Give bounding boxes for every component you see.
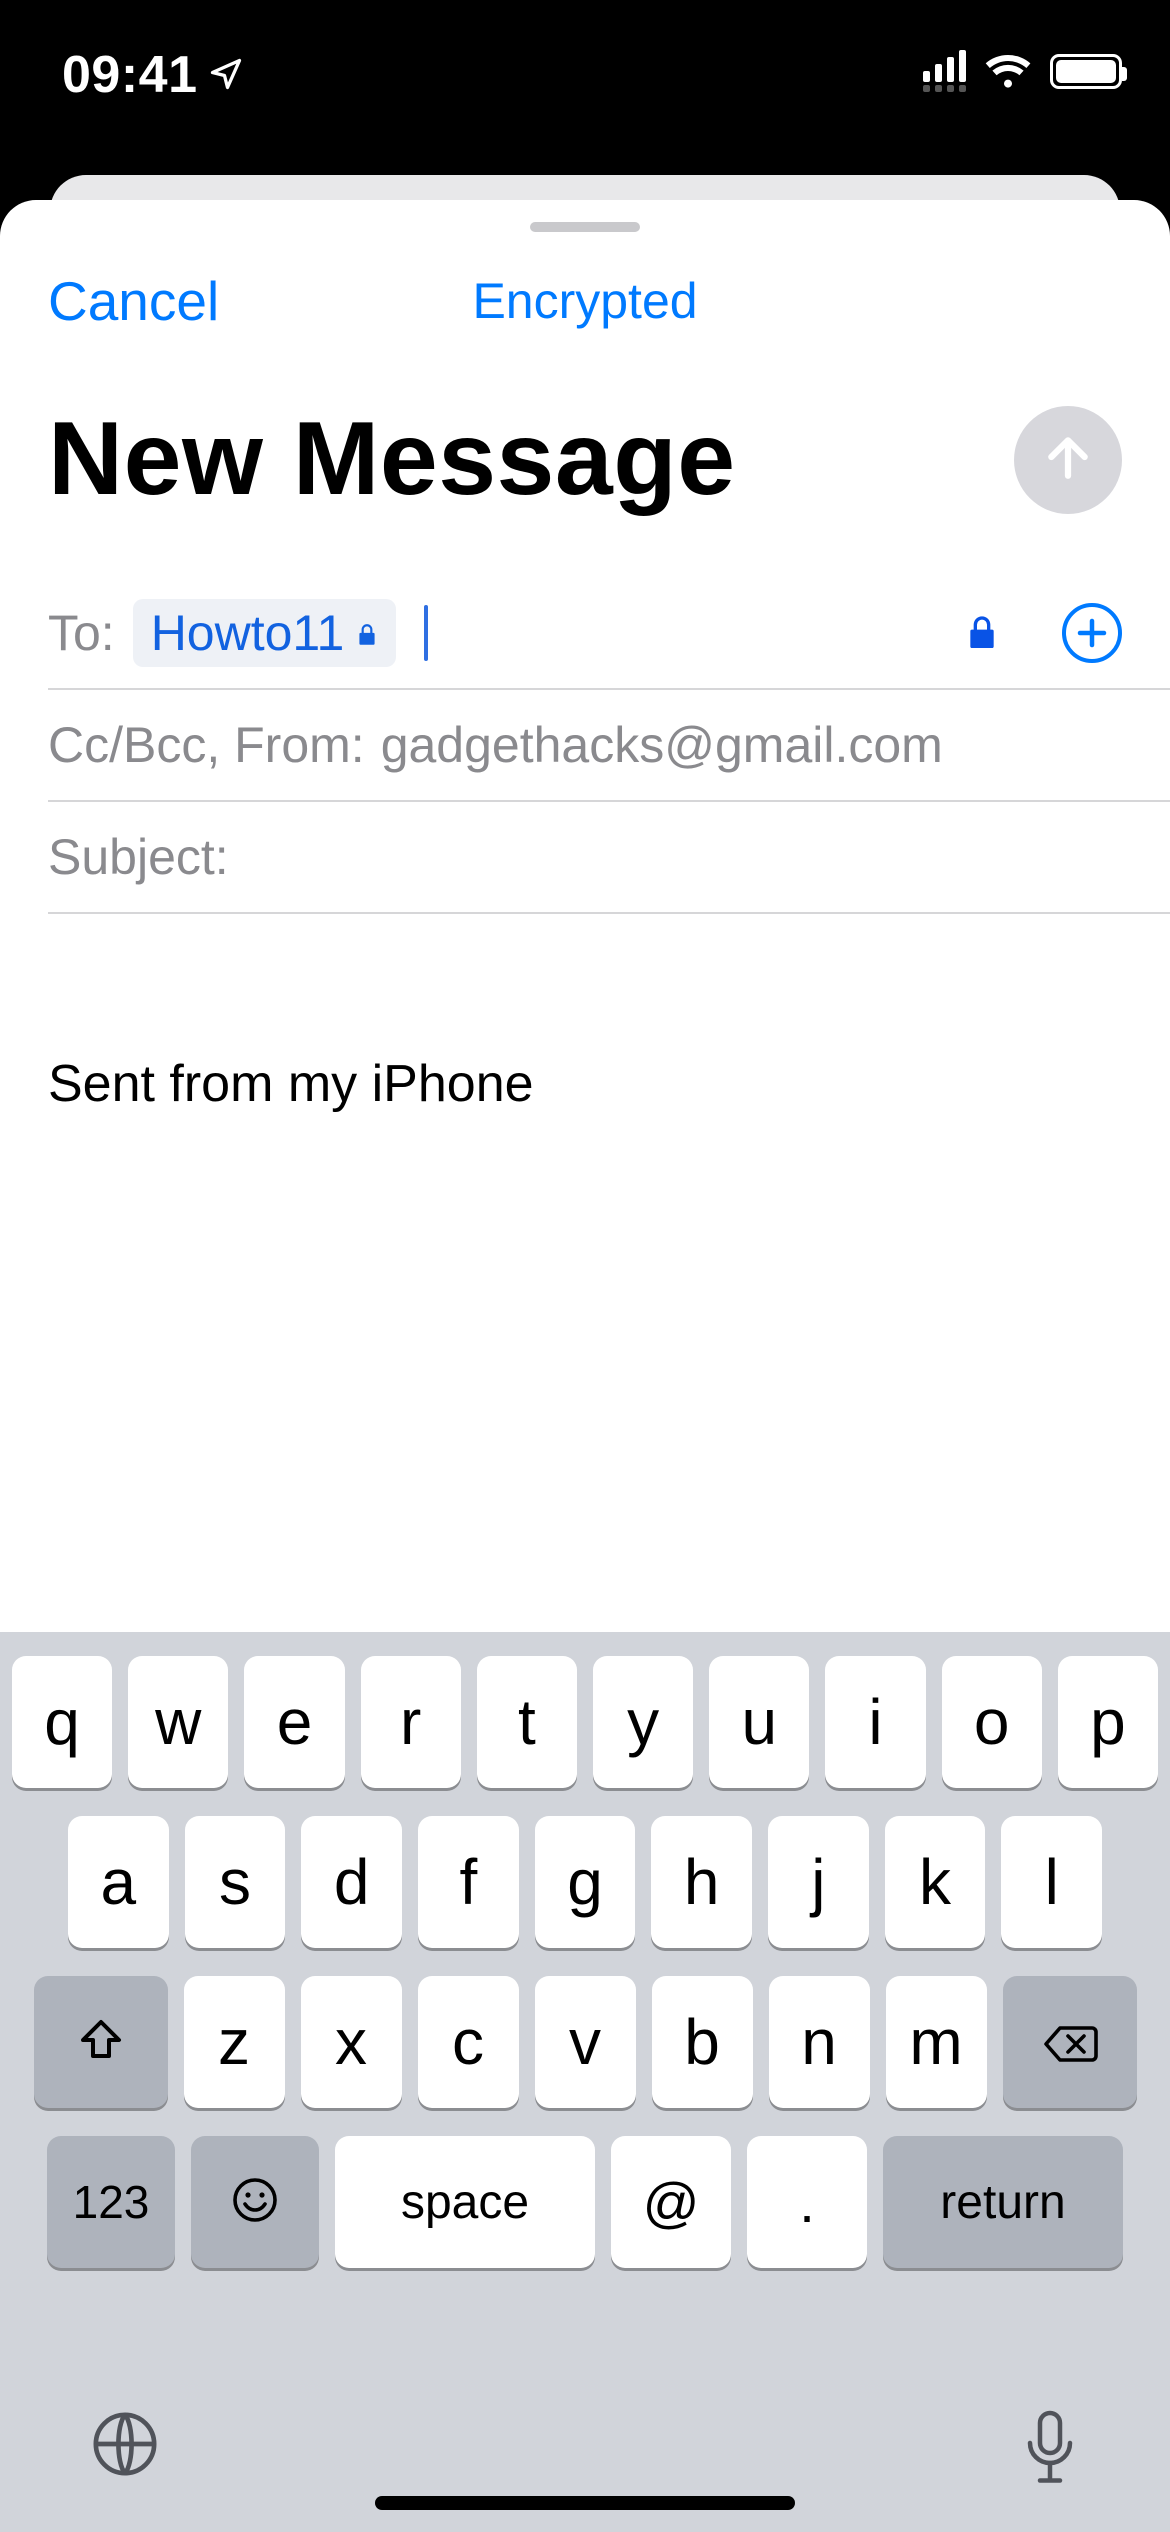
subject-label: Subject: bbox=[48, 828, 229, 886]
key-p[interactable]: p bbox=[1058, 1656, 1158, 1788]
nav-bar: Cancel Encrypted bbox=[0, 256, 1170, 346]
key-n[interactable]: n bbox=[769, 1976, 870, 2108]
from-address: gadgethacks@gmail.com bbox=[381, 716, 943, 774]
key-b[interactable]: b bbox=[652, 1976, 753, 2108]
key-y[interactable]: y bbox=[593, 1656, 693, 1788]
add-contact-button[interactable] bbox=[1062, 603, 1122, 663]
key-at[interactable]: @ bbox=[611, 2136, 731, 2268]
key-q[interactable]: q bbox=[12, 1656, 112, 1788]
key-123[interactable]: 123 bbox=[47, 2136, 175, 2268]
key-emoji[interactable] bbox=[191, 2136, 319, 2268]
clock: 09:41 bbox=[62, 45, 198, 105]
cancel-button[interactable]: Cancel bbox=[48, 269, 219, 333]
cc-bcc-from-label: Cc/Bcc, From: bbox=[48, 716, 365, 774]
key-space[interactable]: space bbox=[335, 2136, 595, 2268]
subject-field[interactable]: Subject: bbox=[48, 802, 1170, 914]
key-u[interactable]: u bbox=[709, 1656, 809, 1788]
cc-bcc-from-field[interactable]: Cc/Bcc, From: gadgethacks@gmail.com bbox=[48, 690, 1170, 802]
home-indicator[interactable] bbox=[375, 2496, 795, 2510]
key-f[interactable]: f bbox=[418, 1816, 519, 1948]
key-z[interactable]: z bbox=[184, 1976, 285, 2108]
recipient-pill[interactable]: Howto11 bbox=[133, 599, 397, 667]
keyboard-row-1: q w e r t y u i o p bbox=[0, 1632, 1170, 1788]
keyboard: q w e r t y u i o p a s d f g h j k l bbox=[0, 1632, 1170, 2532]
encryption-lock-icon[interactable] bbox=[962, 610, 1002, 656]
text-cursor bbox=[424, 605, 428, 661]
dictation-icon[interactable] bbox=[1020, 2409, 1080, 2492]
keyboard-row-4: 123 space @ . return bbox=[0, 2108, 1170, 2268]
to-label: To: bbox=[48, 604, 115, 662]
status-right bbox=[923, 50, 1122, 92]
header-fields: To: Howto11 Cc/Bc bbox=[48, 578, 1170, 914]
key-return[interactable]: return bbox=[883, 2136, 1123, 2268]
backspace-icon bbox=[1042, 2005, 1098, 2079]
key-shift[interactable] bbox=[34, 1976, 168, 2108]
key-l[interactable]: l bbox=[1001, 1816, 1102, 1948]
key-e[interactable]: e bbox=[244, 1656, 344, 1788]
keyboard-bottom-bar bbox=[0, 2409, 1170, 2492]
key-g[interactable]: g bbox=[535, 1816, 636, 1948]
key-dot[interactable]: . bbox=[747, 2136, 867, 2268]
key-h[interactable]: h bbox=[651, 1816, 752, 1948]
title-row: New Message bbox=[48, 400, 1122, 519]
to-field[interactable]: To: Howto11 bbox=[48, 578, 1170, 690]
key-r[interactable]: r bbox=[361, 1656, 461, 1788]
key-i[interactable]: i bbox=[825, 1656, 925, 1788]
lock-icon bbox=[354, 604, 380, 662]
key-x[interactable]: x bbox=[301, 1976, 402, 2108]
status-time: 09:41 bbox=[62, 45, 244, 105]
key-m[interactable]: m bbox=[886, 1976, 987, 2108]
page-title: New Message bbox=[48, 400, 736, 519]
key-c[interactable]: c bbox=[418, 1976, 519, 2108]
cellular-icon bbox=[923, 50, 966, 92]
globe-icon[interactable] bbox=[90, 2409, 160, 2492]
wifi-icon bbox=[984, 53, 1032, 89]
key-d[interactable]: d bbox=[301, 1816, 402, 1948]
keyboard-row-2: a s d f g h j k l bbox=[0, 1788, 1170, 1948]
battery-icon bbox=[1050, 54, 1122, 89]
send-button[interactable] bbox=[1014, 406, 1122, 514]
shift-icon bbox=[77, 2005, 125, 2079]
device-screen: 09:41 Cancel Encrypted New Message bbox=[0, 0, 1170, 2532]
key-delete[interactable] bbox=[1003, 1976, 1137, 2108]
key-s[interactable]: s bbox=[185, 1816, 286, 1948]
key-v[interactable]: v bbox=[535, 1976, 636, 2108]
location-icon bbox=[208, 45, 244, 105]
message-body[interactable]: Sent from my iPhone bbox=[48, 920, 1122, 1121]
arrow-up-icon bbox=[1043, 429, 1093, 490]
recipient-name: Howto11 bbox=[151, 604, 345, 662]
compose-sheet: Cancel Encrypted New Message To: Howto11 bbox=[0, 200, 1170, 2532]
key-j[interactable]: j bbox=[768, 1816, 869, 1948]
emoji-icon bbox=[231, 2165, 279, 2239]
key-o[interactable]: o bbox=[942, 1656, 1042, 1788]
signature-text: Sent from my iPhone bbox=[48, 1048, 1122, 1121]
key-w[interactable]: w bbox=[128, 1656, 228, 1788]
key-t[interactable]: t bbox=[477, 1656, 577, 1788]
key-k[interactable]: k bbox=[885, 1816, 986, 1948]
keyboard-row-3: z x c v b n m bbox=[0, 1948, 1170, 2108]
sheet-grabber[interactable] bbox=[530, 222, 640, 232]
status-bar: 09:41 bbox=[0, 0, 1170, 140]
key-a[interactable]: a bbox=[68, 1816, 169, 1948]
